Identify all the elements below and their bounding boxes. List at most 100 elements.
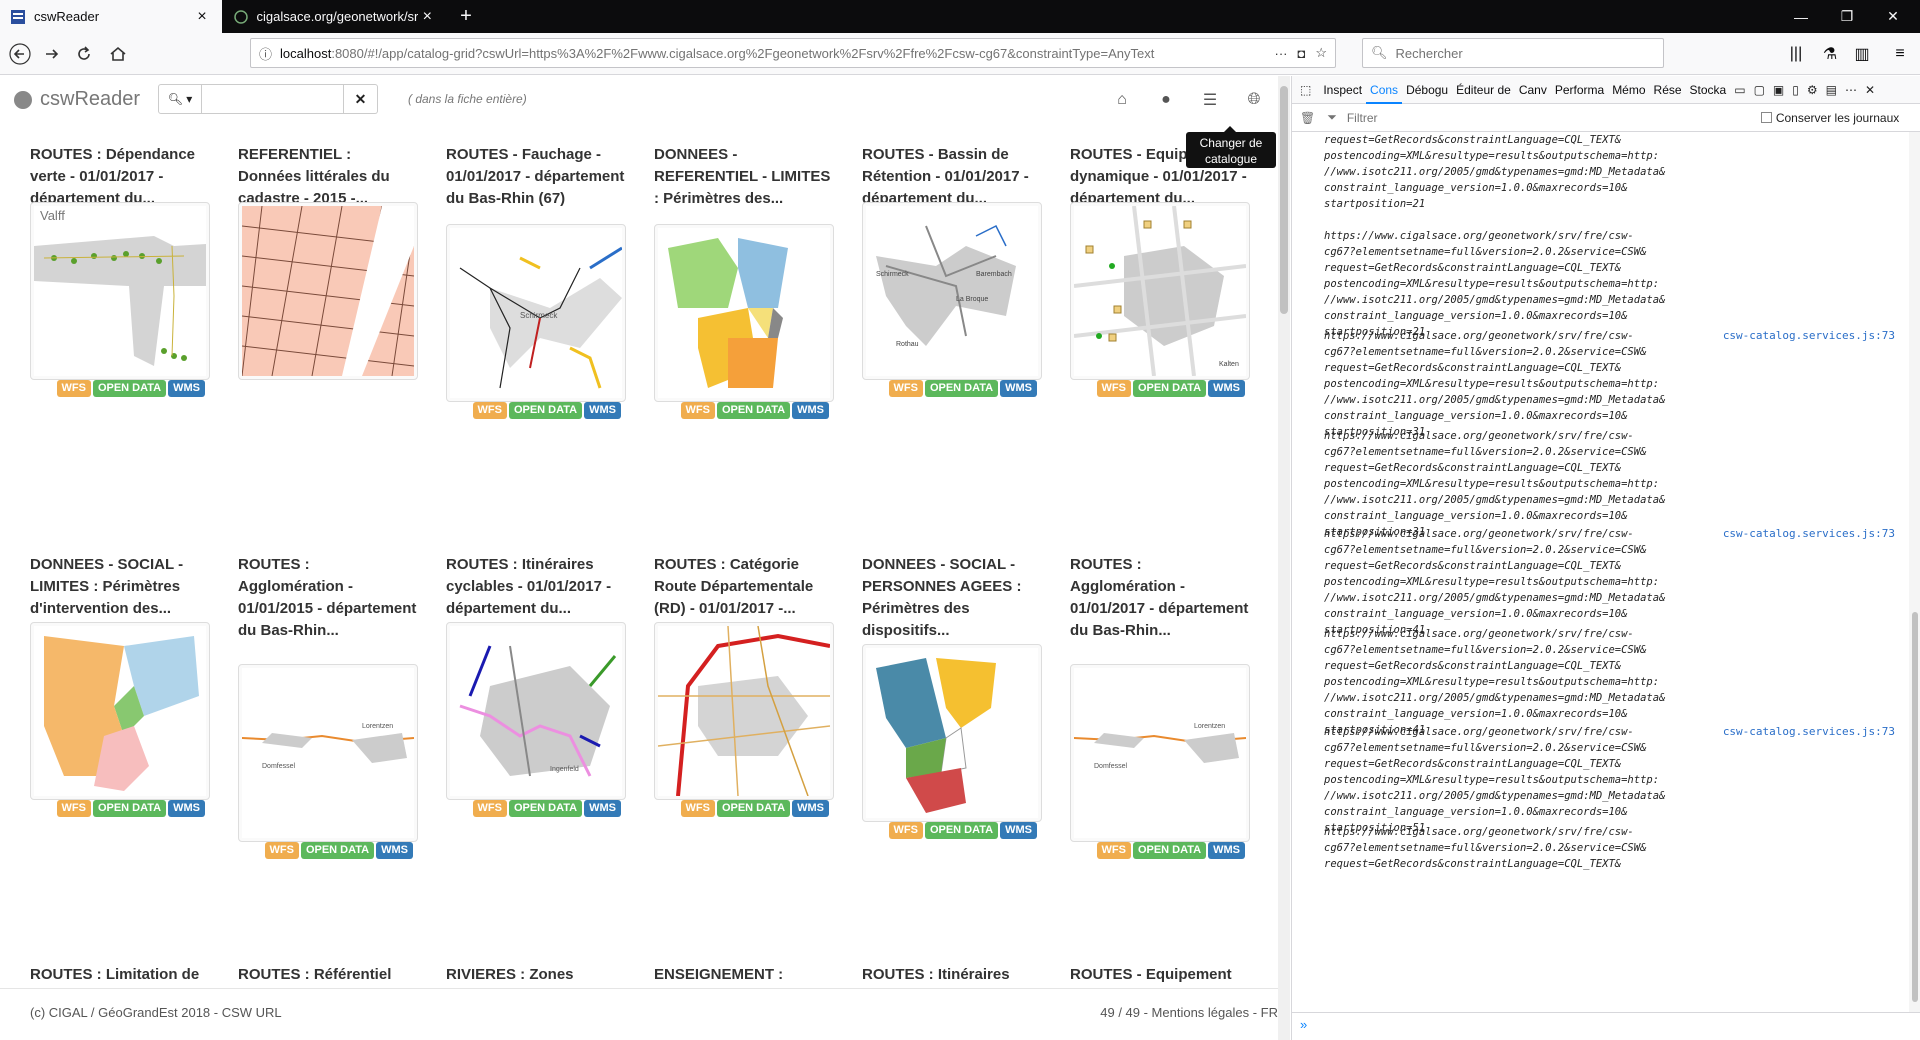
tab-cigalsace[interactable]: cigalsace.org/geonetwork/srv/ × [223, 0, 447, 33]
record-title[interactable]: DONNEES - SOCIAL - PERSONNES AGEES : Pér… [862, 554, 1042, 642]
record-card[interactable]: ROUTES : Limitation de [30, 964, 210, 986]
more-options-icon[interactable]: ⋯ [1841, 83, 1861, 97]
footer-credits[interactable]: (c) CIGAL / GéoGrandEst 2018 - CSW URL [30, 1005, 282, 1020]
wms-badge[interactable]: WMS [792, 800, 829, 817]
record-thumbnail[interactable] [862, 644, 1042, 822]
wms-badge[interactable]: WMS [584, 402, 621, 419]
back-button[interactable] [6, 40, 34, 68]
search-field[interactable]: 🔍︎ Rechercher [1362, 38, 1664, 68]
record-card[interactable]: ENSEIGNEMENT : [654, 964, 834, 986]
record-card[interactable]: ROUTES : Agglomération - 01/01/2015 - dé… [238, 554, 418, 859]
bookmark-star-icon[interactable]: ☆ [1315, 45, 1327, 61]
reload-button[interactable] [70, 40, 98, 68]
console-filter-input[interactable]: Filtrer [1341, 111, 1761, 125]
record-card[interactable]: REFERENTIEL : Données littérales du cada… [238, 144, 418, 380]
close-tab-icon[interactable]: × [192, 8, 212, 25]
tab-canvas[interactable]: Canv [1515, 83, 1551, 97]
wms-badge[interactable]: WMS [1000, 380, 1037, 397]
list-view-icon[interactable]: ☰ [1198, 88, 1222, 112]
close-window-button[interactable]: ✕ [1870, 0, 1916, 33]
info-icon[interactable]: ● [1154, 88, 1178, 112]
tab-storage[interactable]: Stocka [1686, 83, 1731, 97]
record-thumbnail[interactable] [30, 622, 210, 800]
record-title[interactable]: ENSEIGNEMENT : [654, 964, 834, 986]
clear-search-button[interactable]: ✕ [344, 84, 378, 114]
wfs-badge[interactable]: WFS [472, 402, 507, 419]
record-title[interactable]: ROUTES - Equipement [1070, 964, 1250, 986]
extension-icon[interactable]: ⚗ [1816, 40, 1844, 68]
record-title[interactable]: ROUTES - Fauchage - 01/01/2017 - départe… [446, 144, 626, 232]
wms-badge[interactable]: WMS [168, 380, 205, 397]
tab-inspector[interactable]: Inspect [1319, 83, 1366, 97]
home-button[interactable] [104, 40, 132, 68]
log-source-link[interactable]: csw-catalog.services.js:73 [1723, 526, 1895, 542]
record-title[interactable]: ROUTES : Agglomération - 01/01/2017 - dé… [1070, 554, 1250, 642]
pick-element-icon[interactable]: ⬚ [1292, 83, 1319, 97]
console-input[interactable]: » [1292, 1012, 1920, 1040]
responsive-icon[interactable]: ▯ [1788, 83, 1803, 97]
wfs-badge[interactable]: WFS [472, 800, 507, 817]
wms-badge[interactable]: WMS [1000, 822, 1037, 839]
record-card[interactable]: ROUTES : Agglomération - 01/01/2017 - dé… [1070, 554, 1250, 859]
screenshot-icon[interactable]: ▣ [1769, 83, 1788, 97]
record-title[interactable]: ROUTES : Itinéraires [862, 964, 1042, 986]
record-card[interactable]: ROUTES - Equipement [1070, 964, 1250, 986]
app-brand[interactable]: cswReader [14, 88, 140, 111]
wfs-badge[interactable]: WFS [680, 800, 715, 817]
wms-badge[interactable]: WMS [792, 402, 829, 419]
record-thumbnail[interactable] [654, 224, 834, 402]
wfs-badge[interactable]: WFS [1096, 842, 1131, 859]
record-thumbnail[interactable]: Schirmeck Barembach La Broque Rothau [862, 202, 1042, 380]
scrollbar-thumb[interactable] [1912, 612, 1918, 1002]
log-source-link[interactable]: csw-catalog.services.js:73 [1723, 328, 1895, 344]
wfs-badge[interactable]: WFS [680, 402, 715, 419]
hamburger-menu-icon[interactable]: ≡ [1886, 40, 1914, 68]
console-scrollbar[interactable] [1909, 132, 1920, 1012]
page-actions-menu[interactable]: ··· [1274, 46, 1287, 61]
record-thumbnail[interactable]: Ingenfeld [446, 622, 626, 800]
record-card[interactable]: ROUTES : Itinéraires [862, 964, 1042, 986]
new-tab-button[interactable]: + [454, 5, 478, 29]
log-source-link[interactable]: csw-catalog.services.js:73 [1723, 724, 1895, 740]
wms-badge[interactable]: WMS [1208, 842, 1245, 859]
home-icon[interactable]: ⌂ [1110, 88, 1134, 112]
tab-performance[interactable]: Performa [1551, 83, 1608, 97]
scrollbar-thumb[interactable] [1280, 86, 1288, 314]
record-card[interactable]: ROUTES : Dépendance verte - 01/01/2017 -… [30, 144, 210, 397]
record-title[interactable]: RIVIERES : Zones [446, 964, 626, 986]
wms-badge[interactable]: WMS [376, 842, 413, 859]
sidebar-icon[interactable]: ▥ [1848, 40, 1876, 68]
split-console-icon[interactable]: ▭ [1730, 83, 1749, 97]
record-card[interactable]: RIVIERES : Zones [446, 964, 626, 986]
close-devtools-icon[interactable]: ✕ [1861, 83, 1879, 97]
record-card[interactable]: DONNEES - SOCIAL - LIMITES : Périmètres … [30, 554, 210, 817]
wfs-badge[interactable]: WFS [1096, 380, 1131, 397]
record-title[interactable]: ROUTES : Limitation de [30, 964, 210, 986]
catalog-search-input[interactable] [202, 84, 344, 114]
forward-button[interactable] [38, 40, 66, 68]
tab-network[interactable]: Rése [1650, 83, 1686, 97]
record-title[interactable]: ROUTES : Agglomération - 01/01/2015 - dé… [238, 554, 418, 642]
wms-badge[interactable]: WMS [1208, 380, 1245, 397]
tab-memory[interactable]: Mémo [1608, 83, 1649, 97]
record-card[interactable]: ROUTES : Itinéraires cyclables - 01/01/2… [446, 554, 626, 817]
tab-console[interactable]: Cons [1366, 76, 1403, 104]
frame-icon[interactable]: ▢ [1750, 83, 1769, 97]
globe-icon[interactable]: 🌐︎ [1242, 88, 1266, 112]
tab-cswreader[interactable]: cswReader × [0, 0, 222, 33]
footer-pagination[interactable]: 49 / 49 - Mentions légales - FR [1100, 1005, 1278, 1020]
record-title[interactable]: DONNEES - REFERENTIEL - LIMITES : Périmè… [654, 144, 834, 232]
record-card[interactable]: DONNEES - SOCIAL - PERSONNES AGEES : Pér… [862, 554, 1042, 839]
url-bar[interactable]: ⓘ localhost :8080/#!/app/catalog-grid?cs… [250, 38, 1336, 68]
record-thumbnail[interactable]: Domfessel Lorentzen [238, 664, 418, 842]
minimize-button[interactable]: — [1778, 0, 1824, 33]
library-icon[interactable]: ||| [1782, 40, 1810, 68]
record-title[interactable]: ROUTES : Référentiel [238, 964, 418, 986]
settings-gear-icon[interactable]: ⚙ [1803, 83, 1822, 97]
record-card[interactable]: DONNEES - REFERENTIEL - LIMITES : Périmè… [654, 144, 834, 419]
record-thumbnail[interactable]: Valff [30, 202, 210, 380]
wms-badge[interactable]: WMS [168, 800, 205, 817]
record-card[interactable]: ROUTES : Catégorie Route Départementale … [654, 554, 834, 817]
wfs-badge[interactable]: WFS [56, 380, 91, 397]
close-tab-icon[interactable]: × [418, 8, 437, 25]
